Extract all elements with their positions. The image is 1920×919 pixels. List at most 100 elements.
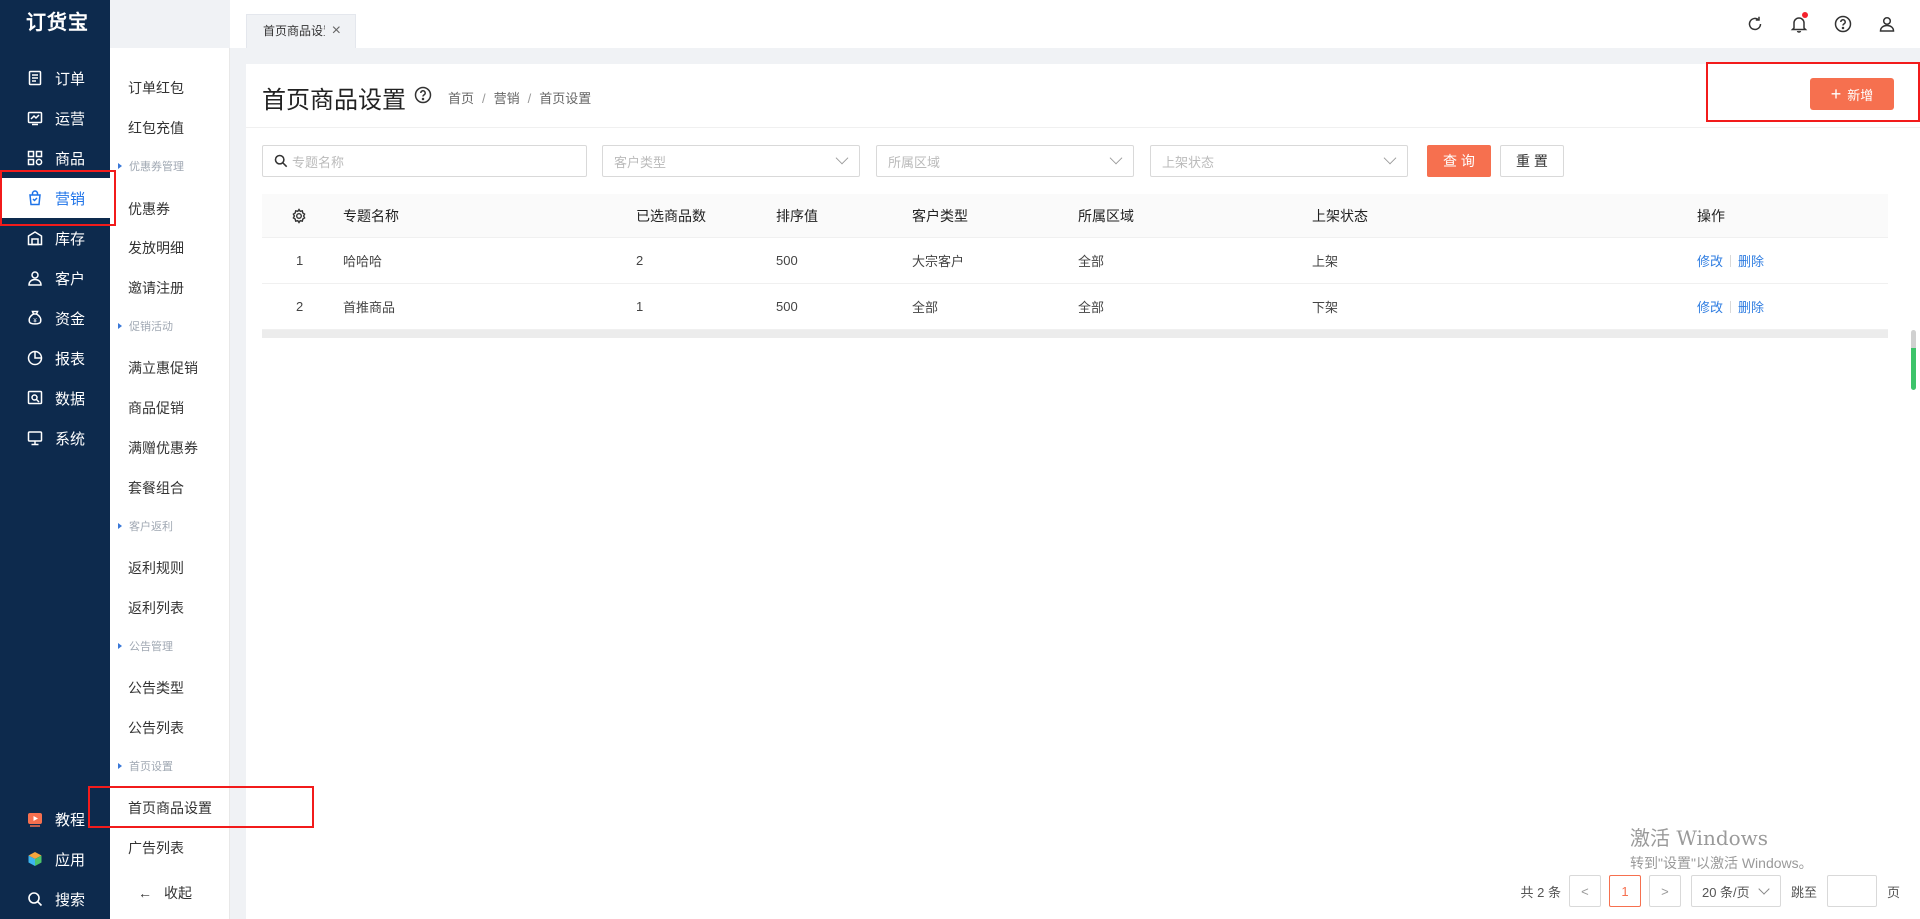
breadcrumb-homepage-settings: 首页设置 (539, 91, 592, 106)
nav-item-money[interactable]: ¥ 资金 (0, 298, 110, 338)
submenu-item-order-redpacket[interactable]: 订单红包 (110, 78, 230, 98)
breadcrumb-marketing[interactable]: 营销 (494, 91, 520, 106)
filter-bar: 专题名称 客户类型 所属区域 上架状态 查 询 重 置 (262, 145, 1662, 177)
bell-icon[interactable] (1790, 12, 1808, 33)
customer-type-select[interactable]: 客户类型 (602, 145, 860, 177)
tab-homepage-products[interactable]: 首页商品设置 × (246, 14, 356, 48)
nav-item-tutorial[interactable]: 教程 (0, 799, 110, 839)
delete-link[interactable]: 删除 (1738, 297, 1764, 316)
nav-item-system[interactable]: 系统 (0, 418, 110, 458)
warehouse-icon (27, 230, 43, 246)
nav-item-search[interactable]: 搜索 (0, 879, 110, 919)
collapse-menu-button[interactable]: ← 收起 (110, 883, 230, 903)
total-count: 共 2 条 (1520, 884, 1561, 900)
topic-name: 首推商品 (343, 300, 396, 315)
chevron-down-icon (1109, 151, 1123, 165)
help-icon[interactable] (1834, 15, 1852, 33)
submenu-group-rebate: 客户返利 (110, 519, 230, 535)
search-icon (274, 154, 288, 168)
sort-value: 500 (776, 299, 798, 314)
order-icon (27, 70, 43, 86)
topic-name-search-input[interactable]: 专题名称 (262, 145, 587, 177)
nav-item-data[interactable]: 数据 (0, 378, 110, 418)
vertical-scrollbar[interactable] (1911, 330, 1916, 390)
nav-label: 客户 (55, 270, 86, 288)
nav-item-order[interactable]: 订单 (0, 58, 110, 98)
submenu-item-rebate-list[interactable]: 返利列表 (110, 598, 230, 618)
windows-activation-watermark: 激活 Windows 转到"设置"以激活 Windows。 (1630, 826, 1813, 871)
top-bar: 首页商品设置 × (230, 0, 1920, 48)
nav-item-report[interactable]: 报表 (0, 338, 110, 378)
refresh-icon[interactable] (1746, 15, 1764, 33)
money-icon: ¥ (27, 310, 43, 326)
user-icon[interactable] (1878, 15, 1896, 33)
expand-triangle-icon (118, 643, 122, 649)
close-icon[interactable]: × (332, 15, 341, 47)
plus-icon: + (1830, 84, 1842, 104)
nav-label: 营销 (55, 190, 86, 208)
page-size-select[interactable]: 20 条/页 (1690, 875, 1781, 907)
jump-page-input[interactable] (1826, 875, 1877, 907)
chevron-right-icon: > (1661, 883, 1669, 899)
expand-triangle-icon (118, 523, 122, 529)
main-content: 首页商品设置 首页 / 营销 / 首页设置 + 新增 专题名称 客户类型 所属区域 上架状… (246, 64, 1920, 919)
submenu-item-announcement-type[interactable]: 公告类型 (110, 678, 230, 698)
column-header: 客户类型 (912, 207, 968, 224)
submenu-group-announcement: 公告管理 (110, 639, 230, 655)
row-number: 1 (296, 253, 304, 268)
tab-label: 首页商品设置 (263, 24, 325, 38)
nav-item-marketing[interactable]: 营销 (0, 178, 110, 218)
nav-item-operation[interactable]: 运营 (0, 98, 110, 138)
prev-page-button[interactable]: < (1568, 875, 1601, 907)
selected-count: 1 (636, 299, 644, 314)
submenu-item-redpacket-recharge[interactable]: 红包充值 (110, 118, 230, 138)
breadcrumb-home[interactable]: 首页 (448, 91, 474, 106)
query-button[interactable]: 查 询 (1427, 145, 1491, 177)
column-header: 操作 (1697, 207, 1725, 224)
search-icon (27, 891, 43, 907)
nav-label: 系统 (55, 430, 86, 448)
submenu-item-coupon[interactable]: 优惠券 (110, 199, 230, 219)
status-select[interactable]: 上架状态 (1150, 145, 1408, 177)
nav-item-product[interactable]: 商品 (0, 138, 110, 178)
add-button[interactable]: + 新增 (1810, 78, 1894, 110)
table-header: 专题名称 已选商品数 排序值 客户类型 所属区域 上架状态 操作 (262, 194, 1888, 238)
submenu-item-announcement-list[interactable]: 公告列表 (110, 718, 230, 738)
table-horizontal-scrollbar[interactable] (262, 330, 1888, 338)
page-number-button[interactable]: 1 (1608, 875, 1641, 907)
edit-link[interactable]: 修改 (1697, 297, 1723, 316)
reset-button[interactable]: 重 置 (1500, 145, 1564, 177)
submenu-item-combo[interactable]: 套餐组合 (110, 478, 230, 498)
sort-value: 500 (776, 253, 798, 268)
nav-item-apps[interactable]: 应用 (0, 839, 110, 879)
submenu-item-ad-list[interactable]: 广告列表 (110, 838, 230, 858)
region-select[interactable]: 所属区域 (876, 145, 1134, 177)
submenu-group-coupon: 优惠券管理 (110, 159, 230, 175)
expand-triangle-icon (118, 163, 122, 169)
submenu-item-distribution-detail[interactable]: 发放明细 (110, 238, 230, 258)
settings-gear-icon[interactable] (291, 194, 307, 237)
submenu-item-rebate-rules[interactable]: 返利规则 (110, 558, 230, 578)
expand-triangle-icon (118, 323, 122, 329)
next-page-button[interactable]: > (1648, 875, 1681, 907)
breadcrumb: 首页 / 营销 / 首页设置 (448, 91, 592, 106)
submenu-item-homepage-products[interactable]: 首页商品设置 (110, 798, 230, 818)
jump-label: 跳至 (1790, 884, 1817, 900)
edit-link[interactable]: 修改 (1697, 251, 1723, 270)
table-row: 2 首推商品 1 500 全部 全部 下架 修改 删除 (262, 284, 1888, 330)
row-actions: 修改 删除 (1697, 238, 1764, 283)
question-icon[interactable] (414, 86, 432, 104)
delete-link[interactable]: 删除 (1738, 251, 1764, 270)
nav-item-customer[interactable]: 客户 (0, 258, 110, 298)
tutorial-icon (27, 811, 43, 827)
submenu-item-product-promotion[interactable]: 商品促销 (110, 398, 230, 418)
chevron-left-icon: < (1581, 883, 1589, 899)
chevron-down-icon (1383, 151, 1397, 165)
operation-icon (27, 110, 43, 126)
submenu-item-gift-coupon[interactable]: 满赠优惠券 (110, 438, 230, 458)
nav-item-warehouse[interactable]: 库存 (0, 218, 110, 258)
marketing-submenu: 订单红包 红包充值 优惠券管理 优惠券 发放明细 邀请注册 促销活动 满立惠促销… (110, 48, 230, 919)
submenu-item-invite-register[interactable]: 邀请注册 (110, 278, 230, 298)
customer-icon (27, 270, 43, 286)
submenu-item-full-discount[interactable]: 满立惠促销 (110, 358, 230, 378)
